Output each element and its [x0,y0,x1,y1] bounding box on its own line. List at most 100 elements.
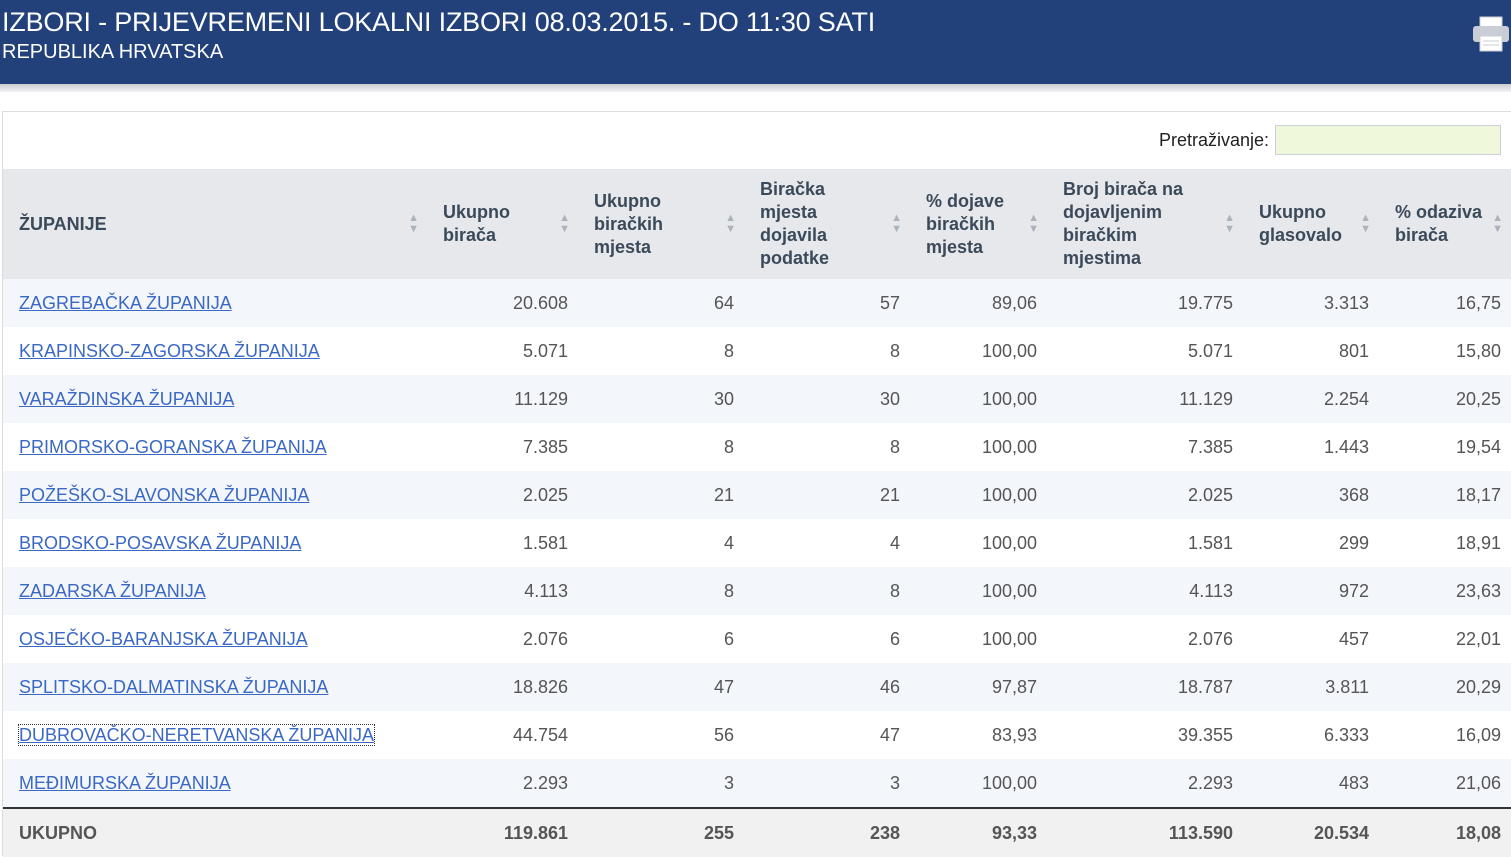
table-cell: 1.581 [522,532,568,553]
table-cell: 20.608 [512,292,568,313]
county-link[interactable]: SPLITSKO-DALMATINSKA ŽUPANIJA [19,677,328,697]
table-cell: 30 [879,388,900,409]
sort-icon: ▲ ▼ [1492,212,1503,235]
table-cell: 56 [713,724,734,745]
column-header[interactable]: Ukupno glasovalo ▲ ▼ [1243,169,1379,279]
table-cell: 2.076 [522,628,568,649]
total-cell: 18,08 [1379,807,1511,857]
table-cell: 23,63 [1455,580,1501,601]
results-table: ŽUPANIJE ▲ ▼ Ukupno birača ▲ ▼ Ukupno biračk… [3,169,1511,857]
table-cell: 8 [889,580,900,601]
table-cell: 4.113 [1189,580,1233,601]
header-shadow [0,84,1511,92]
table-cell: 18,91 [1455,532,1501,553]
table-cell: 7.385 [522,436,568,457]
table-cell: 19.775 [1177,292,1233,313]
column-header[interactable]: Ukupno biračkih mjesta ▲ ▼ [578,169,744,279]
search-box: Pretraživanje: [1159,125,1501,155]
table-cell: 21 [879,484,900,505]
total-cell: 113.590 [1047,807,1243,857]
sort-icon: ▲ ▼ [1224,212,1235,235]
county-link[interactable]: VARAŽDINSKA ŽUPANIJA [19,389,234,409]
column-header[interactable]: % dojave biračkih mjesta ▲ ▼ [910,169,1047,279]
county-link[interactable]: DUBROVAČKO-NERETVANSKA ŽUPANIJA [17,723,376,746]
table-cell: 3 [723,772,734,793]
table-cell: 368 [1338,484,1369,505]
table-cell: 2.025 [1187,484,1233,505]
table-cell: 100,00 [981,388,1037,409]
county-link[interactable]: KRAPINSKO-ZAGORSKA ŽUPANIJA [19,341,320,361]
table-cell: 46 [879,676,900,697]
table-row: PRIMORSKO-GORANSKA ŽUPANIJA 7.385 8 8 100,00… [3,423,1511,471]
table-cell: 1.443 [1323,436,1369,457]
results-panel: Pretraživanje: ŽUPANIJE ▲ ▼ Ukupno birača ▲… [2,111,1511,857]
table-cell: 15,80 [1455,340,1501,361]
table-cell: 6 [723,628,734,649]
county-link[interactable]: BRODSKO-POSAVSKA ŽUPANIJA [19,533,301,553]
table-cell: 18.826 [512,676,568,697]
table-header-row: ŽUPANIJE ▲ ▼ Ukupno birača ▲ ▼ Ukupno biračk… [3,169,1511,279]
table-row: BRODSKO-POSAVSKA ŽUPANIJA 1.581 4 4 100,00 1.… [3,519,1511,567]
total-cell: 255 [578,807,744,857]
table-cell: 100,00 [981,772,1037,793]
table-cell: 11.129 [514,388,568,409]
table-row: ZAGREBAČKA ŽUPANIJA 20.608 64 57 89,06 19.775… [3,279,1511,327]
table-cell: 44.754 [512,724,568,745]
table-cell: 21,06 [1455,772,1501,793]
table-cell: 457 [1338,628,1369,649]
total-cell: 238 [744,807,910,857]
table-cell: 2.293 [1187,772,1233,793]
table-cell: 47 [879,724,900,745]
county-link[interactable]: OSJEČKO-BARANJSKA ŽUPANIJA [19,629,308,649]
table-cell: 972 [1338,580,1369,601]
table-row: OSJEČKO-BARANJSKA ŽUPANIJA 2.076 6 6 100,00 2… [3,615,1511,663]
table-cell: 3 [889,772,900,793]
sort-icon: ▲ ▼ [1360,212,1371,235]
column-header[interactable]: % odaziva birača ▲ ▼ [1379,169,1511,279]
table-row: MEĐIMURSKA ŽUPANIJA 2.293 3 3 100,00 2.293 483… [3,759,1511,808]
table-cell: 39.355 [1177,724,1233,745]
county-link[interactable]: POŽEŠKO-SLAVONSKA ŽUPANIJA [19,485,309,505]
table-cell: 83,93 [991,724,1037,745]
table-cell: 100,00 [981,532,1037,553]
table-cell: 7.385 [1187,436,1233,457]
table-cell: 3.811 [1325,676,1369,697]
table-cell: 4 [889,532,900,553]
table-cell: 97,87 [991,676,1037,697]
column-header[interactable]: Broj birača na dojavljenim biračkim mjes… [1047,169,1243,279]
table-cell: 6 [889,628,900,649]
table-row: SPLITSKO-DALMATINSKA ŽUPANIJA 18.826 47 46 9… [3,663,1511,711]
table-cell: 2.025 [522,484,568,505]
table-cell: 4 [723,532,734,553]
column-header[interactable]: ŽUPANIJE ▲ ▼ [3,169,427,279]
table-cell: 16,75 [1455,292,1501,313]
county-link[interactable]: MEĐIMURSKA ŽUPANIJA [19,773,231,793]
sort-icon: ▲ ▼ [891,212,902,235]
search-label: Pretraživanje: [1158,129,1269,150]
sort-icon: ▲ ▼ [559,212,570,235]
column-header[interactable]: Ukupno birača ▲ ▼ [427,169,578,279]
search-input[interactable] [1275,125,1501,155]
table-row: DUBROVAČKO-NERETVANSKA ŽUPANIJA 44.754 56 4… [3,711,1511,759]
table-cell: 100,00 [981,580,1037,601]
table-cell: 8 [723,340,734,361]
total-cell: 93,33 [910,807,1047,857]
table-cell: 47 [713,676,734,697]
printer-icon[interactable] [1471,14,1511,54]
table-cell: 100,00 [981,340,1037,361]
table-cell: 20,25 [1455,388,1501,409]
table-cell: 2.254 [1323,388,1369,409]
table-cell: 5.071 [1187,340,1233,361]
county-link[interactable]: PRIMORSKO-GORANSKA ŽUPANIJA [19,437,327,457]
county-link[interactable]: ZADARSKA ŽUPANIJA [19,581,206,601]
table-cell: 3.313 [1323,292,1369,313]
table-cell: 11.129 [1179,388,1233,409]
total-label: UKUPNO [3,807,427,857]
sort-icon: ▲ ▼ [408,212,419,235]
table-cell: 19,54 [1455,436,1501,457]
table-row: POŽEŠKO-SLAVONSKA ŽUPANIJA 2.025 21 21 100,0… [3,471,1511,519]
county-link[interactable]: ZAGREBAČKA ŽUPANIJA [19,293,232,313]
table-cell: 4.113 [524,580,568,601]
column-header[interactable]: Biračka mjesta dojavila podatke ▲ ▼ [744,169,910,279]
total-row: UKUPNO 119.861 255 238 93,33 113.590 20.… [3,807,1511,857]
